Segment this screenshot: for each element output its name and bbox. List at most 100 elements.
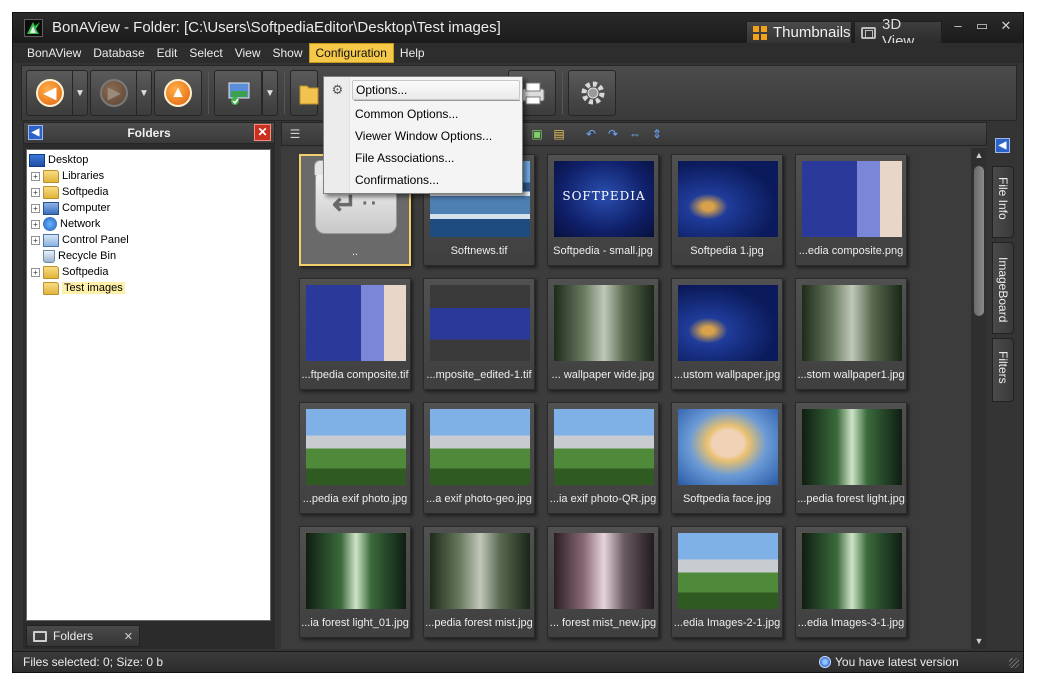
minimize-button[interactable]: – xyxy=(947,17,969,35)
image-thumbnail[interactable]: Softpedia face.jpg xyxy=(671,402,783,514)
tree-item-softpedia[interactable]: + Softpedia xyxy=(31,184,108,200)
image-thumbnail[interactable]: ...mposite_edited-1.tif xyxy=(423,278,535,390)
tab-imageboard[interactable]: ImageBoard xyxy=(992,242,1014,334)
recycle-bin-icon xyxy=(43,249,55,263)
tree-item-test-images[interactable]: Test images xyxy=(31,280,125,296)
expand-toggle[interactable]: + xyxy=(31,171,40,181)
image-thumbnail[interactable]: ...a exif photo-geo.jpg xyxy=(423,402,535,514)
image-thumbnail[interactable]: ...stom wallpaper1.jpg xyxy=(795,278,907,390)
version-status-text: You have latest version xyxy=(835,655,959,669)
folder-icon xyxy=(43,169,59,183)
photo-import-button[interactable] xyxy=(214,70,262,116)
image-thumbnail[interactable]: ... wallpaper wide.jpg xyxy=(547,278,659,390)
close-folders-panel-button[interactable]: ✕ xyxy=(254,124,271,141)
photo-import-dropdown[interactable]: ▼ xyxy=(262,70,278,116)
forward-dropdown-button[interactable]: ▼ xyxy=(136,70,152,116)
resize-grip-icon[interactable] xyxy=(1009,658,1019,668)
rotate-left-icon[interactable]: ↶ xyxy=(582,126,600,142)
close-window-button[interactable]: ✕ xyxy=(995,17,1017,35)
add-to-board-icon[interactable]: ▣ xyxy=(528,126,546,142)
tab-file-info-label: File Info xyxy=(996,177,1010,220)
tab-file-info[interactable]: File Info xyxy=(992,166,1014,238)
expand-toggle[interactable]: + xyxy=(31,267,40,277)
thumbnail-image: SOFTPEDIA xyxy=(554,161,654,237)
image-thumbnail[interactable]: ...pedia forest mist.jpg xyxy=(423,526,535,638)
tree-item-libraries[interactable]: + Libraries xyxy=(31,168,104,184)
expand-toggle[interactable]: + xyxy=(31,219,40,229)
list-view-icon[interactable]: ☰ xyxy=(286,126,304,142)
thumbnail-caption: ...edia Images-3-1.jpg xyxy=(797,617,905,629)
tab-filters[interactable]: Filters xyxy=(992,338,1014,402)
menu-options[interactable]: Options... xyxy=(352,80,520,100)
thumbnail-caption: Softpedia - small.jpg xyxy=(553,245,653,257)
tree-item-computer[interactable]: + Computer xyxy=(31,200,110,216)
tree-label: Libraries xyxy=(62,170,105,182)
scroll-down-icon[interactable]: ▼ xyxy=(971,634,987,648)
back-button[interactable]: ◀ xyxy=(26,70,74,116)
thumbnail-caption: ...a exif photo-geo.jpg xyxy=(426,493,532,505)
expand-toggle[interactable]: + xyxy=(31,187,40,197)
thumbnail-caption: ...pedia forest mist.jpg xyxy=(425,617,533,629)
copy-image-icon[interactable]: ▤ xyxy=(550,126,568,142)
image-thumbnail[interactable]: ...pedia exif photo.jpg xyxy=(299,402,411,514)
menu-common-options[interactable]: Common Options... xyxy=(352,104,520,124)
image-thumbnail[interactable]: ...ftpedia composite.tif xyxy=(299,278,411,390)
printer-icon xyxy=(519,79,547,107)
image-thumbnail[interactable]: ...edia Images-3-1.jpg xyxy=(795,526,907,638)
tree-label: Recycle Bin xyxy=(58,250,117,262)
control-panel-icon xyxy=(43,233,59,247)
tab-imageboard-label: ImageBoard xyxy=(996,257,1010,323)
tree-item-desktop[interactable]: Desktop xyxy=(29,152,88,168)
3d-view-button[interactable]: 3D View xyxy=(854,16,942,50)
menu-database[interactable]: Database xyxy=(87,43,150,63)
image-thumbnail[interactable]: ...ia exif photo-QR.jpg xyxy=(547,402,659,514)
close-folders-tab-icon[interactable]: ✕ xyxy=(124,630,133,643)
tree-item-softpedia-2[interactable]: + Softpedia xyxy=(31,264,108,280)
forward-button[interactable]: ▶ xyxy=(90,70,138,116)
image-thumbnail[interactable]: ...pedia forest light.jpg xyxy=(795,402,907,514)
folder-button[interactable] xyxy=(290,70,319,116)
image-thumbnail[interactable]: SOFTPEDIA Softpedia - small.jpg xyxy=(547,154,659,266)
thumbnails-grid-icon xyxy=(753,25,767,40)
tree-item-recycle-bin[interactable]: Recycle Bin xyxy=(31,248,116,264)
tree-item-control-panel[interactable]: + Control Panel xyxy=(31,232,129,248)
menu-view[interactable]: View xyxy=(229,43,267,63)
expand-toggle[interactable]: + xyxy=(31,235,40,245)
menu-configuration[interactable]: Configuration xyxy=(308,43,394,63)
image-thumbnail[interactable]: ...edia Images-2-1.jpg xyxy=(671,526,783,638)
scroll-thumb[interactable] xyxy=(974,166,984,316)
image-thumbnail[interactable]: ...ia forest light_01.jpg xyxy=(299,526,411,638)
thumbnail-caption: ...pedia exif photo.jpg xyxy=(302,493,408,505)
vertical-scrollbar[interactable]: ▲ ▼ xyxy=(971,148,987,649)
tree-item-network[interactable]: + Network xyxy=(31,216,100,232)
settings-button[interactable] xyxy=(568,70,616,116)
menu-confirmations[interactable]: Confirmations... xyxy=(352,170,520,190)
image-thumbnail[interactable]: ... forest mist_new.jpg xyxy=(547,526,659,638)
flip-horizontal-icon[interactable]: ⇔ xyxy=(626,126,644,142)
image-thumbnail[interactable]: Softpedia 1.jpg xyxy=(671,154,783,266)
folders-bottom-tab[interactable]: Folders ✕ xyxy=(26,625,140,647)
menu-bonaview[interactable]: BonAView xyxy=(21,43,87,63)
collapse-right-panel-button[interactable]: ◀ xyxy=(995,138,1010,153)
title-bar: BonAView - Folder: [C:\Users\SoftpediaEd… xyxy=(13,13,1023,50)
image-thumbnail[interactable]: ...edia composite.png xyxy=(795,154,907,266)
menu-help[interactable]: Help xyxy=(394,43,431,63)
up-folder-button[interactable]: ▲ xyxy=(154,70,202,116)
menu-viewer-window-options[interactable]: Viewer Window Options... xyxy=(352,126,520,146)
menu-file-associations[interactable]: File Associations... xyxy=(352,148,520,168)
thumbnail-caption: ...ia exif photo-QR.jpg xyxy=(549,493,657,505)
menu-show[interactable]: Show xyxy=(266,43,308,63)
rotate-right-icon[interactable]: ↷ xyxy=(604,126,622,142)
expand-toggle[interactable]: + xyxy=(31,203,40,213)
thumbnail-caption: Softnews.tif xyxy=(450,245,508,257)
thumbnail-image xyxy=(802,161,902,237)
image-thumbnail[interactable]: ...ustom wallpaper.jpg xyxy=(671,278,783,390)
thumbnails-view-button[interactable]: Thumbnails xyxy=(746,21,852,43)
menu-select[interactable]: Select xyxy=(183,43,228,63)
maximize-button[interactable]: ▭ xyxy=(971,17,993,35)
3d-view-icon xyxy=(861,26,876,39)
flip-vertical-icon[interactable]: ⇕ xyxy=(648,126,666,142)
menu-edit[interactable]: Edit xyxy=(151,43,184,63)
scroll-up-icon[interactable]: ▲ xyxy=(971,148,987,162)
back-dropdown-button[interactable]: ▼ xyxy=(72,70,88,116)
